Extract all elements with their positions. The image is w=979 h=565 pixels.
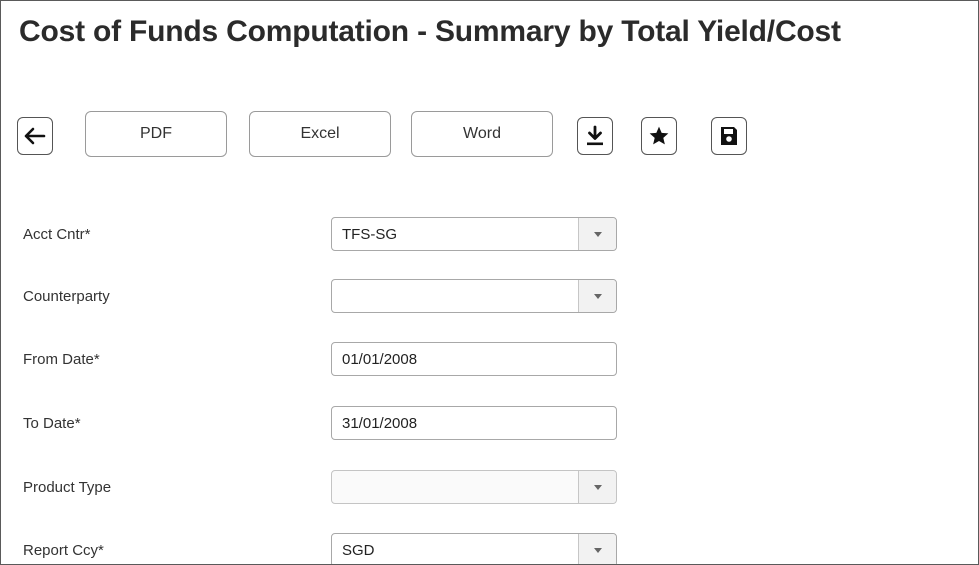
report-ccy-row: Report Ccy* SGD xyxy=(1,533,978,564)
to-date-row: To Date* 31/01/2008 xyxy=(1,406,978,442)
export-pdf-button[interactable]: PDF xyxy=(85,111,227,157)
counterparty-select[interactable] xyxy=(331,279,617,313)
report-ccy-label: Report Ccy* xyxy=(23,542,104,559)
floppy-disk-icon xyxy=(721,127,737,145)
to-date-label: To Date* xyxy=(23,415,81,432)
export-excel-button[interactable]: Excel xyxy=(249,111,391,157)
chevron-down-icon xyxy=(593,547,602,553)
export-word-button[interactable]: Word xyxy=(411,111,553,157)
chevron-down-icon xyxy=(593,293,602,299)
from-date-label: From Date* xyxy=(23,351,100,368)
product-type-label: Product Type xyxy=(23,479,112,496)
counterparty-label: Counterparty xyxy=(23,288,110,305)
acct-cntr-select[interactable]: TFS-SG xyxy=(331,217,617,251)
download-button[interactable] xyxy=(577,117,613,155)
download-icon xyxy=(587,125,603,146)
to-date-value: 31/01/2008 xyxy=(342,415,418,432)
report-ccy-dropdown-toggle[interactable] xyxy=(578,534,616,564)
from-date-input[interactable]: 01/01/2008 xyxy=(331,342,617,376)
report-window: Cost of Funds Computation - Summary by T… xyxy=(0,0,979,565)
product-type-row: Product Type xyxy=(1,470,978,506)
counterparty-dropdown-toggle[interactable] xyxy=(578,280,616,312)
acct-cntr-dropdown-toggle[interactable] xyxy=(578,218,616,250)
chevron-down-icon xyxy=(593,484,602,490)
from-date-row: From Date* 01/01/2008 xyxy=(1,342,978,378)
favorite-button[interactable] xyxy=(641,117,677,155)
counterparty-row: Counterparty xyxy=(1,279,978,315)
back-button[interactable] xyxy=(17,117,53,155)
report-ccy-value: SGD xyxy=(342,542,375,559)
acct-cntr-row: Acct Cntr* TFS-SG xyxy=(1,217,978,253)
save-button[interactable] xyxy=(711,117,747,155)
acct-cntr-value: TFS-SG xyxy=(342,226,397,243)
page-title: Cost of Funds Computation - Summary by T… xyxy=(19,15,841,48)
product-type-dropdown-toggle[interactable] xyxy=(578,471,616,503)
chevron-down-icon xyxy=(593,231,602,237)
to-date-input[interactable]: 31/01/2008 xyxy=(331,406,617,440)
product-type-select[interactable] xyxy=(331,470,617,504)
arrow-left-icon xyxy=(24,127,46,145)
star-icon xyxy=(649,126,669,145)
report-ccy-select[interactable]: SGD xyxy=(331,533,617,564)
acct-cntr-label: Acct Cntr* xyxy=(23,226,91,243)
from-date-value: 01/01/2008 xyxy=(342,351,418,368)
